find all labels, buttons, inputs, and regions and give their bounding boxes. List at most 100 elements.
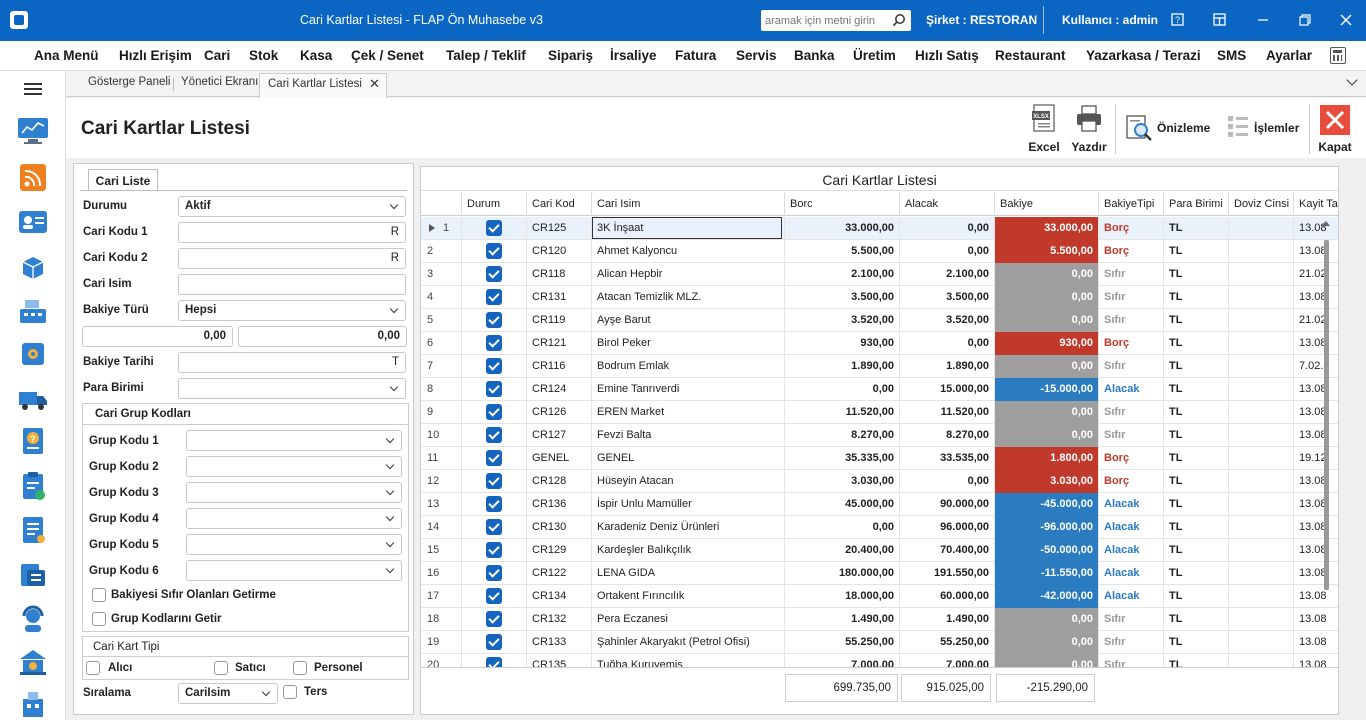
durum-checkbox[interactable] <box>486 542 502 558</box>
doviz-cinsi-cell[interactable] <box>1228 240 1293 263</box>
borc-cell[interactable]: 2.100,00 <box>784 263 899 286</box>
amount-max-input[interactable]: 0,00 <box>238 326 407 347</box>
alacak-cell[interactable]: 0,00 <box>899 240 994 263</box>
menu-hizli-satis[interactable]: Hızlı Satış <box>915 48 979 63</box>
grup-kodu-4-select[interactable] <box>186 508 402 529</box>
para-birimi-cell[interactable]: TL <box>1163 286 1228 309</box>
para-birimi-select[interactable] <box>178 378 406 399</box>
alacak-cell[interactable]: 2.100,00 <box>899 263 994 286</box>
cari-isim-cell[interactable]: Emine Tanrıverdi <box>591 378 784 401</box>
cari-kod-cell[interactable]: CR126 <box>526 401 591 424</box>
bakiye-turu-select[interactable]: Hepsi <box>178 300 406 321</box>
durum-cell[interactable] <box>461 470 526 493</box>
menu-siparis[interactable]: Sipariş <box>548 48 593 63</box>
cari-kod-cell[interactable]: CR125 <box>526 217 591 240</box>
bakiye-tipi-cell[interactable]: Sıfır <box>1098 631 1163 654</box>
col-borc[interactable]: Borc <box>784 192 899 216</box>
doviz-cinsi-cell[interactable] <box>1228 286 1293 309</box>
bakiye-cell[interactable]: 0,00 <box>994 355 1098 378</box>
bakiye-cell[interactable]: 0,00 <box>994 631 1098 654</box>
durum-cell[interactable] <box>461 585 526 608</box>
borc-cell[interactable]: 55.250,00 <box>784 631 899 654</box>
borc-cell[interactable]: 0,00 <box>784 378 899 401</box>
durum-checkbox[interactable] <box>486 496 502 512</box>
table-row[interactable]: 14 CR130 Karadeniz Deniz Ürünleri 0,00 96.00… <box>421 516 1338 539</box>
cari-isim-cell[interactable]: Birol Peker <box>591 332 784 355</box>
doviz-cinsi-cell[interactable] <box>1228 378 1293 401</box>
grup-kodu-2-select[interactable] <box>186 456 402 477</box>
cari-kod-cell[interactable]: CR122 <box>526 562 591 585</box>
cari-isim-cell[interactable]: Karadeniz Deniz Ürünleri <box>591 516 784 539</box>
borc-cell[interactable]: 20.400,00 <box>784 539 899 562</box>
global-search-input[interactable] <box>765 12 887 29</box>
durum-cell[interactable] <box>461 493 526 516</box>
col-bakiye[interactable]: Bakiye <box>994 192 1098 216</box>
para-birimi-cell[interactable]: TL <box>1163 470 1228 493</box>
menu-irsaliye[interactable]: İrsaliye <box>610 48 657 63</box>
kayit-tarihi-cell[interactable]: 13.08 <box>1293 493 1338 516</box>
table-row[interactable]: 15 CR129 Kardeşler Balıkçılık 20.400,00 70.4… <box>421 539 1338 562</box>
menu-banka[interactable]: Banka <box>794 48 835 63</box>
bakiye-tipi-cell[interactable]: Sıfır <box>1098 654 1163 667</box>
bakiye-tipi-cell[interactable]: Borç <box>1098 332 1163 355</box>
menu-hizli-erisim[interactable]: Hızlı Erişim <box>119 48 192 63</box>
table-row[interactable]: 4 CR131 Atacan Temizlik MLZ. 3.500,00 3.500,… <box>421 286 1338 309</box>
table-row[interactable]: 1 CR125 3K İnşaat 33.000,00 0,00 33.000,00 Bor… <box>421 217 1338 240</box>
doviz-cinsi-cell[interactable] <box>1228 585 1293 608</box>
alacak-cell[interactable]: 55.250,00 <box>899 631 994 654</box>
bakiye-tipi-cell[interactable]: Sıfır <box>1098 355 1163 378</box>
alacak-cell[interactable]: 15.000,00 <box>899 378 994 401</box>
bakiye-tipi-cell[interactable]: Sıfır <box>1098 424 1163 447</box>
durum-checkbox[interactable] <box>486 473 502 489</box>
table-row[interactable]: 7 CR116 Bodrum Emlak 1.890,00 1.890,00 0,00 Sı… <box>421 355 1338 378</box>
cari-isim-cell[interactable]: Hüseyin Atacan <box>591 470 784 493</box>
menu-uretim[interactable]: Üretim <box>853 48 896 63</box>
cari-isim-cell[interactable]: Alican Hepbir <box>591 263 784 286</box>
kayit-tarihi-cell[interactable]: 21.02 <box>1293 263 1338 286</box>
cari-kod-cell[interactable]: CR127 <box>526 424 591 447</box>
contact-card-icon[interactable] <box>17 207 49 237</box>
cari-isim-cell[interactable]: Fevzi Balta <box>591 424 784 447</box>
col-para-birimi[interactable]: Para Birimi <box>1163 192 1228 216</box>
cari-kod-cell[interactable]: CR134 <box>526 585 591 608</box>
table-row[interactable]: 9 CR126 EREN Market 11.520,00 11.520,00 0,00 S… <box>421 401 1338 424</box>
cari-kod-cell[interactable]: GENEL <box>526 447 591 470</box>
durum-checkbox[interactable] <box>486 220 502 236</box>
borc-cell[interactable]: 45.000,00 <box>784 493 899 516</box>
doviz-cinsi-cell[interactable] <box>1228 608 1293 631</box>
bakiye-cell[interactable]: 1.800,00 <box>994 447 1098 470</box>
hamburger-menu-icon[interactable] <box>24 83 42 95</box>
menu-kasa[interactable]: Kasa <box>300 48 332 63</box>
alacak-cell[interactable]: 7.000,00 <box>899 654 994 667</box>
para-birimi-cell[interactable]: TL <box>1163 217 1228 240</box>
alacak-cell[interactable]: 3.520,00 <box>899 309 994 332</box>
borc-cell[interactable]: 3.030,00 <box>784 470 899 493</box>
stock-box-icon[interactable] <box>17 252 49 282</box>
durum-cell[interactable] <box>461 286 526 309</box>
table-row[interactable]: 20 CR135 Tuğba Kuruyemiş 7.000,00 7.000,00 0,… <box>421 654 1338 667</box>
preview-button[interactable]: Önizleme <box>1121 98 1221 158</box>
alici-checkbox[interactable] <box>86 661 100 675</box>
amount-min-input[interactable]: 0,00 <box>82 326 233 347</box>
col-doviz-cinsi[interactable]: Doviz Cinsi <box>1228 192 1293 216</box>
durum-cell[interactable] <box>461 654 526 667</box>
durum-checkbox[interactable] <box>486 611 502 627</box>
grid-vertical-scrollbar[interactable] <box>1324 240 1329 590</box>
kayit-tarihi-cell[interactable]: 13.08 <box>1293 286 1338 309</box>
table-row[interactable]: 10 CR127 Fevzi Balta 8.270,00 8.270,00 0,00 Sı… <box>421 424 1338 447</box>
bakiye-tipi-cell[interactable]: Alacak <box>1098 493 1163 516</box>
durum-cell[interactable] <box>461 631 526 654</box>
durum-checkbox[interactable] <box>486 289 502 305</box>
borc-cell[interactable]: 1.890,00 <box>784 355 899 378</box>
personel-checkbox[interactable] <box>293 661 307 675</box>
borc-cell[interactable]: 5.500,00 <box>784 240 899 263</box>
alacak-cell[interactable]: 0,00 <box>899 470 994 493</box>
durum-checkbox[interactable] <box>486 519 502 535</box>
doviz-cinsi-cell[interactable] <box>1228 309 1293 332</box>
alacak-cell[interactable]: 96.000,00 <box>899 516 994 539</box>
cari-isim-cell[interactable]: Ortakent Fırıncılık <box>591 585 784 608</box>
table-row[interactable]: 16 CR122 LENA GIDA 180.000,00 191.550,00 -11.… <box>421 562 1338 585</box>
help-icon[interactable]: ? <box>1170 12 1186 28</box>
safe-icon[interactable] <box>17 339 49 369</box>
borc-cell[interactable]: 180.000,00 <box>784 562 899 585</box>
